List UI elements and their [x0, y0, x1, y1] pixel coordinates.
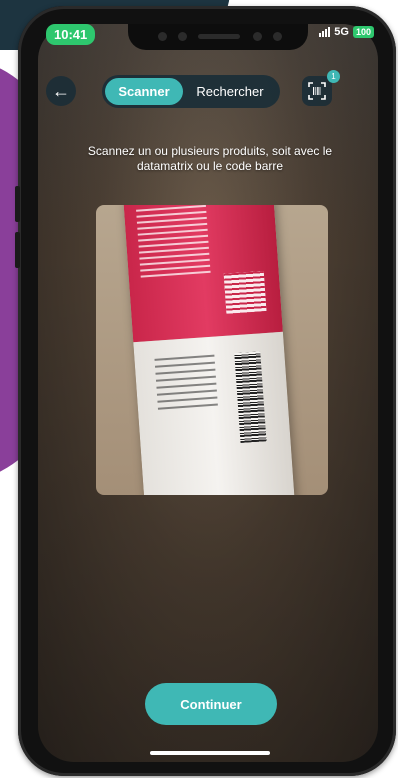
camera-lens-icon [178, 32, 187, 41]
notch [128, 24, 308, 50]
volume-down-button [15, 232, 20, 268]
sensor-icon [158, 32, 167, 41]
barcode-scan-icon [308, 82, 326, 100]
status-time: 10:41 [46, 24, 96, 45]
arrow-left-icon: ← [52, 80, 70, 101]
signal-icon [319, 27, 331, 37]
volume-up-button [15, 186, 20, 222]
tab-rechercher[interactable]: Rechercher [183, 78, 277, 105]
battery-badge: 100 [352, 26, 374, 38]
product-image [122, 205, 296, 495]
front-camera-icon [273, 32, 282, 41]
scan-viewfinder [96, 205, 328, 495]
scanned-count-badge: 1 [327, 70, 340, 83]
network-label: 5G [334, 26, 349, 38]
datamatrix-code [223, 270, 267, 314]
scan-instruction: Scannez un ou plusieurs produits, soit a… [87, 144, 333, 173]
tab-scanner[interactable]: Scanner [105, 78, 183, 105]
app-showcase: 10:41 5G 100 ← Scanner Rechercher 1 Scan… [0, 0, 398, 778]
home-indicator[interactable] [150, 751, 270, 755]
mode-switch: Scanner Rechercher [102, 75, 280, 108]
sensor-icon [253, 32, 262, 41]
back-button[interactable]: ← [46, 76, 76, 106]
status-indicators: 5G 100 [319, 26, 374, 38]
speaker-grille [198, 34, 240, 39]
continue-button[interactable]: Continuer [145, 683, 277, 725]
